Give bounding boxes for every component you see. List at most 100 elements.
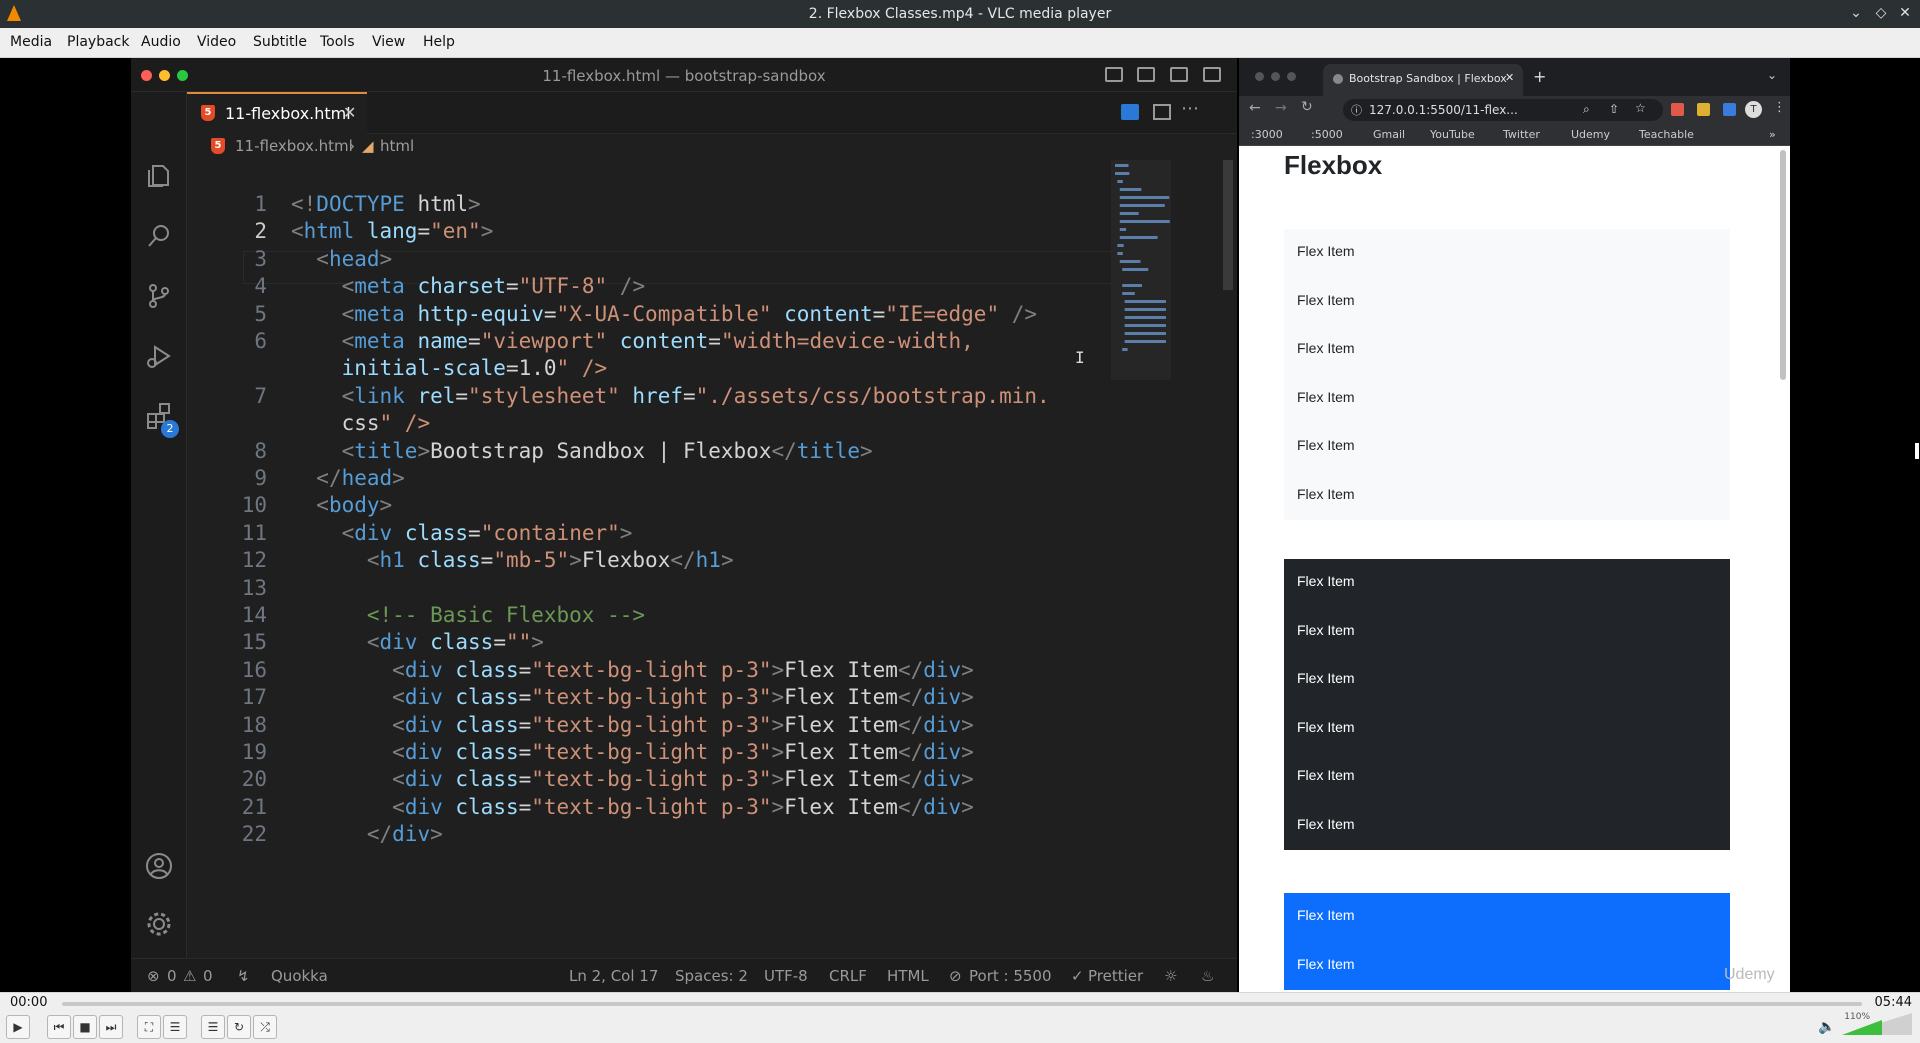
- code-line[interactable]: <meta charset="UTF-8" />: [291, 274, 646, 298]
- code-line[interactable]: <meta name="viewport" content="width=dev…: [291, 329, 974, 353]
- speaker-icon[interactable]: 🔈: [1818, 1019, 1835, 1035]
- errors-icon[interactable]: ⊗: [147, 967, 160, 985]
- code-line[interactable]: <!-- Basic Flexbox -->: [291, 603, 645, 627]
- close-tab-icon[interactable]: ✕: [1505, 71, 1514, 84]
- menu-kebab-icon[interactable]: ⋮: [1773, 100, 1786, 115]
- code-line[interactable]: <!DOCTYPE html>: [291, 192, 481, 216]
- explorer-icon[interactable]: [145, 162, 173, 190]
- code-line[interactable]: <link rel="stylesheet" href="./assets/cs…: [291, 384, 1050, 408]
- bell-icon[interactable]: ♨: [1201, 967, 1214, 985]
- indentation[interactable]: Spaces: 2: [675, 967, 748, 985]
- code-line[interactable]: initial-scale=1.0" />: [291, 356, 608, 380]
- code-line[interactable]: <div class="text-bg-light p-3">Flex Item…: [291, 740, 974, 764]
- menu-audio[interactable]: Audio: [141, 34, 181, 50]
- bookmark-youtube[interactable]: YouTube: [1430, 128, 1475, 141]
- menu-view[interactable]: View: [372, 34, 405, 50]
- code-line[interactable]: <meta http-equiv="X-UA-Compatible" conte…: [291, 302, 1037, 326]
- info-icon[interactable]: ⓘ: [1351, 102, 1362, 118]
- close-dot-icon[interactable]: [1255, 72, 1264, 81]
- search-icon[interactable]: [145, 222, 173, 250]
- minimize-dot-icon[interactable]: [1271, 72, 1280, 81]
- prettier-status[interactable]: Prettier: [1088, 967, 1143, 985]
- error-count[interactable]: 0: [167, 967, 177, 985]
- seek-bar[interactable]: [62, 1002, 1862, 1006]
- code-line[interactable]: <body>: [291, 493, 392, 517]
- split-editor-icon[interactable]: [1153, 104, 1171, 120]
- extended-settings-icon[interactable]: ☰: [163, 1015, 187, 1039]
- profile-avatar[interactable]: T: [1745, 101, 1762, 118]
- more-bookmarks-icon[interactable]: »: [1769, 128, 1776, 141]
- run-debug-icon[interactable]: [145, 342, 173, 370]
- code-line[interactable]: <div class="">: [291, 630, 544, 654]
- next-icon[interactable]: ⏭: [99, 1015, 123, 1039]
- browser-tab[interactable]: Bootstrap Sandbox | Flexbox ✕: [1323, 64, 1523, 96]
- code-line[interactable]: <title>Bootstrap Sandbox | Flexbox</titl…: [291, 439, 873, 463]
- reload-icon[interactable]: ↻: [1301, 99, 1313, 115]
- quokka-status[interactable]: Quokka: [271, 967, 328, 985]
- tab-search-icon[interactable]: ⌄: [1767, 68, 1777, 82]
- menu-video[interactable]: Video: [197, 34, 236, 50]
- code-line[interactable]: </div>: [291, 822, 443, 846]
- bookmark-3000[interactable]: :3000: [1251, 128, 1283, 141]
- bookmark-udemy[interactable]: Udemy: [1571, 128, 1610, 141]
- gear-icon[interactable]: [145, 910, 173, 938]
- code-line[interactable]: <html lang="en">: [291, 219, 493, 243]
- code-line[interactable]: <div class="text-bg-light p-3">Flex Item…: [291, 713, 974, 737]
- toggle-secondary-sidebar-icon[interactable]: [1170, 67, 1188, 82]
- new-tab-icon[interactable]: +: [1533, 67, 1546, 86]
- toggle-sidebar-icon[interactable]: [1105, 67, 1123, 82]
- toggle-panel-icon[interactable]: [1137, 67, 1155, 82]
- breadcrumb-element[interactable]: html: [380, 137, 414, 155]
- code-line[interactable]: <h1 class="mb-5">Flexbox</h1>: [291, 548, 734, 572]
- menu-playback[interactable]: Playback: [67, 34, 129, 50]
- share-icon[interactable]: ⇧: [1609, 102, 1619, 116]
- code-editor[interactable]: 1 2 3 4 5 6 7 8 9 10 11 12 13 14 15 16 17 18 19 20 21 22 <!DO…: [187, 160, 1113, 958]
- playlist-icon[interactable]: ☰: [201, 1015, 225, 1039]
- warning-icon[interactable]: ⚠: [183, 967, 196, 985]
- zoom-dot-icon[interactable]: [1287, 72, 1296, 81]
- code-line[interactable]: <head>: [291, 247, 392, 271]
- live-server-port[interactable]: Port : 5500: [969, 967, 1052, 985]
- encoding[interactable]: UTF-8: [764, 967, 808, 985]
- cursor-position[interactable]: Ln 2, Col 17: [569, 967, 658, 985]
- bookmark-teachable[interactable]: Teachable: [1639, 128, 1694, 141]
- browser-viewport[interactable]: Flexbox Flex Item Flex Item Flex Item Flex …: [1239, 146, 1790, 992]
- feedback-icon[interactable]: ☼: [1164, 967, 1177, 985]
- end-of-line[interactable]: CRLF: [829, 967, 867, 985]
- code-line[interactable]: <div class="text-bg-light p-3">Flex Item…: [291, 795, 974, 819]
- play-icon[interactable]: ▶: [6, 1015, 30, 1039]
- tab-11-flexbox[interactable]: 5 11-flexbox.html ✕: [187, 92, 367, 134]
- breadcrumb-file[interactable]: 11-flexbox.html: [235, 137, 353, 155]
- shuffle-icon[interactable]: ⤮: [253, 1015, 277, 1039]
- code-line[interactable]: <div class="text-bg-light p-3">Flex Item…: [291, 685, 974, 709]
- maximize-icon[interactable]: ◇: [1872, 4, 1890, 22]
- zoom-icon[interactable]: ⌕: [1583, 102, 1590, 117]
- customize-layout-icon[interactable]: [1203, 67, 1221, 82]
- more-actions-icon[interactable]: ⋯: [1181, 98, 1199, 119]
- code-line[interactable]: css" />: [291, 411, 431, 435]
- page-scrollbar[interactable]: [1780, 150, 1786, 380]
- menu-subtitle[interactable]: Subtitle: [253, 34, 307, 50]
- code-line[interactable]: </head>: [291, 466, 405, 490]
- bookmark-5000[interactable]: :5000: [1311, 128, 1343, 141]
- loop-icon[interactable]: ↻: [227, 1015, 251, 1039]
- extension-red-icon[interactable]: [1671, 103, 1684, 116]
- extension-blue-icon[interactable]: [1723, 103, 1736, 116]
- close-icon[interactable]: ✕: [1896, 4, 1914, 22]
- bookmark-gmail[interactable]: Gmail: [1373, 128, 1405, 141]
- language-mode[interactable]: HTML: [887, 967, 929, 985]
- forward-icon[interactable]: →: [1275, 100, 1287, 116]
- menu-media[interactable]: Media: [10, 34, 52, 50]
- extension-pen-icon[interactable]: [1697, 103, 1710, 116]
- source-control-icon[interactable]: [145, 282, 173, 310]
- warning-count[interactable]: 0: [203, 967, 213, 985]
- bookmark-star-icon[interactable]: ☆: [1635, 101, 1646, 115]
- minimap[interactable]: [1111, 160, 1237, 958]
- url-bar[interactable]: ⓘ 127.0.0.1:5500/11-flex... ⌕ ⇧ ☆: [1343, 99, 1663, 121]
- stop-icon[interactable]: ■: [73, 1015, 97, 1039]
- account-icon[interactable]: [145, 852, 173, 880]
- bookmark-twitter[interactable]: Twitter: [1503, 128, 1540, 141]
- fullscreen-icon[interactable]: ⛶: [137, 1015, 161, 1039]
- code-line[interactable]: <div class="text-bg-light p-3">Flex Item…: [291, 767, 974, 791]
- code-line[interactable]: <div class="text-bg-light p-3">Flex Item…: [291, 658, 974, 682]
